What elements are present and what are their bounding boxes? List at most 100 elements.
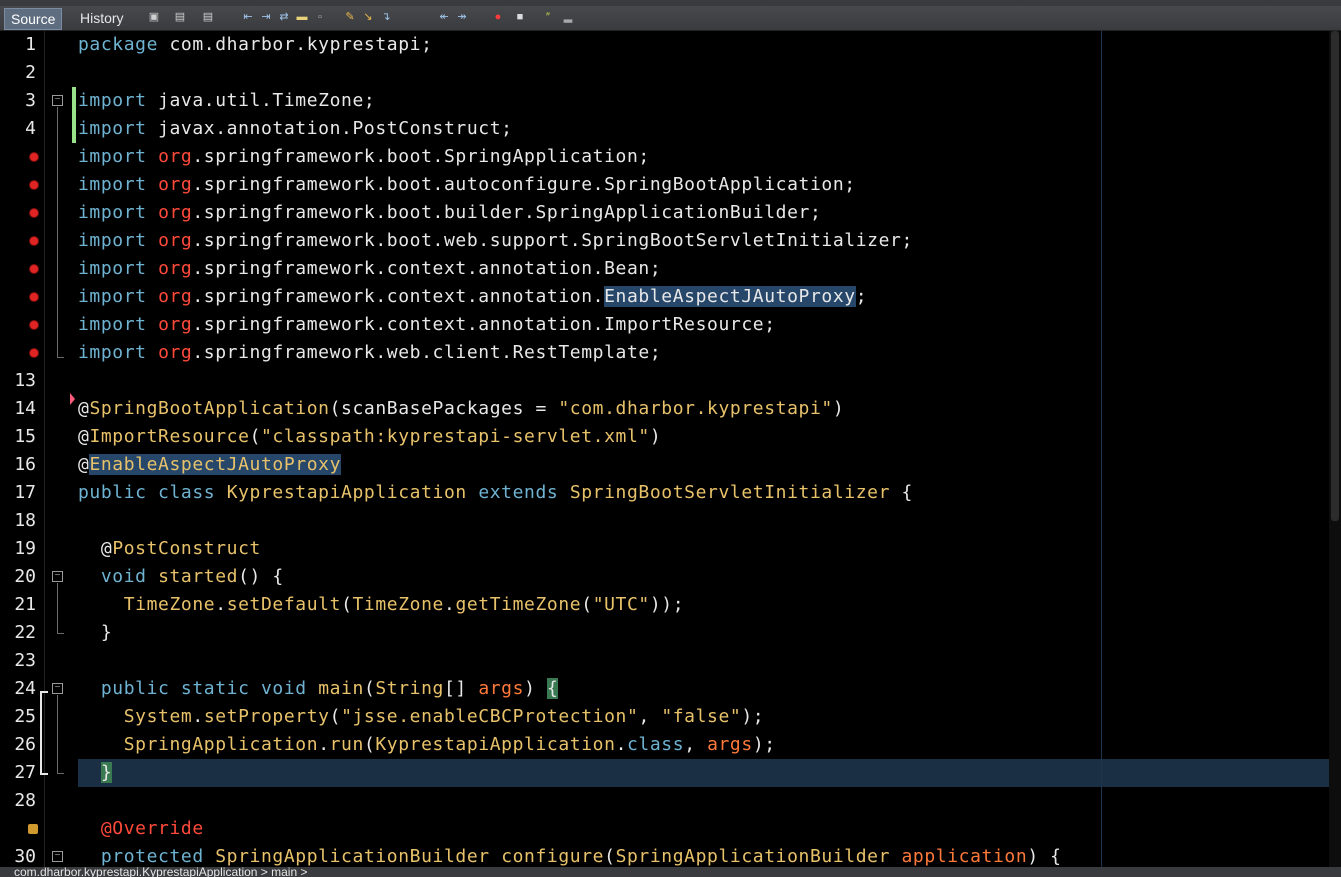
code-token: ( [341,594,353,615]
vertical-scrollbar[interactable] [1329,31,1341,867]
find-next-icon[interactable]: ⇥ [260,10,272,24]
shift-right-icon[interactable]: ↞ [438,10,450,24]
code-line[interactable]: SpringApplication.run(KyprestapiApplicat… [78,731,776,759]
code-area[interactable]: package com.dharbor.kyprestapi; import ja… [78,31,1328,867]
code-line[interactable]: public class KyprestapiApplication exten… [78,479,913,507]
code-line[interactable]: import org.springframework.context.annot… [78,283,867,311]
code-token: ) [832,398,845,419]
fold-end [57,357,64,358]
code-token: PostConstruct [112,538,261,559]
code-line[interactable]: import java.util.TimeZone; [78,87,375,115]
back-icon[interactable]: ▤ [174,10,186,24]
warning-icon[interactable] [28,824,38,834]
tab-source[interactable]: Source [4,8,63,30]
start-macro-icon[interactable]: ↠ [456,10,468,24]
toggle-highlight-icon[interactable]: ⇄ [278,10,290,24]
error-icon[interactable] [30,153,38,161]
code-line[interactable]: TimeZone.setDefault(TimeZone.getTimeZone… [78,591,684,619]
line-number-gutter: 1 2 3 4 13 14 15 16 17 18 19 20 21 22 23 24 25 26 27 28 30 [0,31,45,867]
stop-macro-icon[interactable]: ● [492,10,504,24]
code-line[interactable]: } [78,759,113,787]
line-number: 22 [14,622,36,643]
code-line[interactable]: import javax.annotation.PostConstruct; [78,115,513,143]
code-token: org [158,202,193,223]
prev-bookmark-icon[interactable]: ▫ [314,10,326,24]
code-token: setDefault [226,594,342,615]
code-line[interactable]: @PostConstruct [78,535,261,563]
code-token: SpringApplicationBuilder [615,846,902,867]
code-token: "com.dharbor.kyprestapi" [558,398,833,419]
code-line[interactable]: public static void main(String[] args) { [78,675,559,703]
forward-icon[interactable]: ▤ [202,10,214,24]
scrollbar-thumb[interactable] [1331,31,1339,521]
code-token: "classpath:kyprestapi-servlet.xml" [261,426,650,447]
code-token: ( [363,734,376,755]
shift-left-icon[interactable]: ↴ [380,10,392,24]
fold-toggle-icon[interactable]: − [52,571,63,582]
code-token: java.util.TimeZone; [158,90,376,111]
code-line[interactable]: void started() { [78,563,284,591]
line-number: 16 [14,454,36,475]
uncomment-icon[interactable]: ″ [542,10,554,24]
error-icon[interactable] [30,181,38,189]
fold-toggle-icon[interactable]: − [52,95,63,106]
code-token: ) { [1027,846,1062,867]
comment-icon[interactable]: ■ [514,10,526,24]
line-number: 28 [14,790,36,811]
code-token: ) [649,426,662,447]
code-line[interactable]: System.setProperty("jsse.enableCBCProtec… [78,703,764,731]
tab-history[interactable]: History [74,8,130,28]
last-edit-icon[interactable]: ▣ [148,10,160,24]
next-bookmark-icon[interactable]: ✎ [344,10,356,24]
code-token: configure [501,846,605,867]
code-line[interactable]: import org.springframework.boot.builder.… [78,199,821,227]
code-token: main [318,678,364,699]
code-token: void [78,566,159,587]
code-line[interactable]: package com.dharbor.kyprestapi; [78,31,433,59]
code-editor[interactable]: 1 2 3 4 13 14 15 16 17 18 19 20 21 22 23 24 25 26 27 28 30 p… [0,31,1341,867]
code-token: import [78,174,159,195]
code-line[interactable]: @SpringBootApplication(scanBasePackages … [78,395,844,423]
code-token: . [318,734,330,755]
code-token: SpringBootApplication [89,398,330,419]
code-token: TimeZone [78,594,216,615]
code-token: setProperty [203,706,330,727]
right-margin-guide [1101,31,1102,867]
error-icon[interactable] [30,349,38,357]
code-line[interactable]: import org.springframework.web.client.Re… [78,339,661,367]
fold-toggle-icon[interactable]: − [52,683,63,694]
code-token: ( [249,426,261,447]
line-number: 17 [14,482,36,503]
code-token: .springframework.context.annotation.Bean… [192,258,662,279]
error-icon[interactable] [30,209,38,217]
toggle-bookmark-icon[interactable]: ↘ [362,10,374,24]
line-number: 3 [25,90,36,111]
toggle-rect-select-icon[interactable]: ▬ [296,10,308,24]
code-line[interactable]: @ImportResource("classpath:kyprestapi-se… [78,423,661,451]
error-icon[interactable] [30,237,38,245]
breadcrumb[interactable]: com.dharbor.kyprestapi.KyprestapiApplica… [0,867,308,877]
code-line[interactable]: import org.springframework.boot.web.supp… [78,227,913,255]
code-token: . [215,594,227,615]
code-line[interactable]: import org.springframework.context.annot… [78,311,776,339]
fold-toggle-icon[interactable]: − [52,851,63,862]
code-line[interactable]: } [78,619,112,647]
error-icon[interactable] [30,265,38,273]
code-line[interactable]: @Override [78,815,204,843]
code-line[interactable]: @EnableAspectJAutoProxy [78,451,342,479]
format-icon[interactable]: ▂ [562,10,574,24]
code-token: ( [329,706,342,727]
line-number: 20 [14,566,36,587]
code-token: import [78,286,159,307]
code-token: public class [78,482,227,503]
code-line[interactable]: import org.springframework.boot.SpringAp… [78,143,650,171]
navigation-breadcrumb-bar: com.dharbor.kyprestapi.KyprestapiApplica… [0,867,1341,877]
code-token: .springframework.boot.SpringApplication; [192,146,650,167]
code-line[interactable]: import org.springframework.context.annot… [78,255,661,283]
error-icon[interactable] [30,321,38,329]
code-token: import [78,146,159,167]
code-line[interactable]: import org.springframework.boot.autoconf… [78,171,856,199]
find-previous-icon[interactable]: ⇤ [242,10,254,24]
code-token: "jsse.enableCBCProtection" [341,706,639,727]
error-icon[interactable] [30,293,38,301]
